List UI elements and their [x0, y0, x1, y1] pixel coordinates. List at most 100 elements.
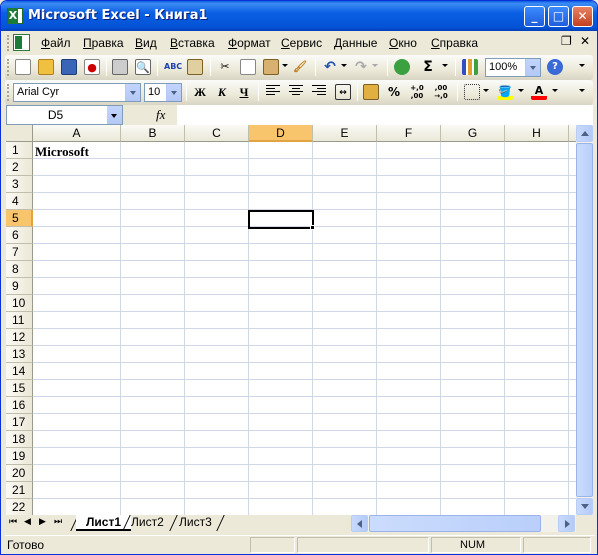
column-header-i[interactable]: [569, 125, 576, 142]
cut-icon[interactable]: ✂: [217, 59, 233, 75]
insert-function-icon[interactable]: fx: [156, 107, 165, 123]
row-header-11[interactable]: 11: [6, 312, 33, 329]
font-color-dropdown[interactable]: [552, 89, 558, 92]
paste-icon[interactable]: [263, 59, 279, 75]
percent-style-button[interactable]: %: [386, 84, 402, 100]
font-size-dropdown-icon[interactable]: [166, 84, 181, 101]
column-header-h[interactable]: H: [505, 125, 569, 142]
menu-file[interactable]: Файл: [41, 36, 71, 50]
underline-button[interactable]: Ч: [235, 84, 253, 101]
hyperlink-icon[interactable]: [394, 59, 410, 75]
title-bar[interactable]: Microsoft Excel - Книга1 _ □ ✕: [1, 1, 597, 31]
font-name-select[interactable]: Arial Cyr: [13, 83, 141, 102]
row-header-7[interactable]: 7: [6, 244, 33, 261]
menu-view[interactable]: Вид: [135, 36, 157, 50]
row-header-6[interactable]: 6: [6, 227, 33, 244]
worksheet-grid[interactable]: A B C D E F G H 1 2 3 4 5 6 7 8 9 10 11 12 13 14 15 16 1…: [6, 125, 576, 515]
autosum-dropdown[interactable]: [442, 64, 448, 67]
name-box-dropdown-icon[interactable]: [107, 106, 122, 124]
toolbar-grip[interactable]: [7, 59, 10, 76]
font-size-select[interactable]: 10: [144, 83, 182, 102]
select-all-button[interactable]: [6, 125, 33, 142]
maximize-button[interactable]: □: [548, 6, 569, 27]
row-header-12[interactable]: 12: [6, 329, 33, 346]
formula-input[interactable]: [177, 105, 593, 125]
row-header-3[interactable]: 3: [6, 176, 33, 193]
row-header-15[interactable]: 15: [6, 380, 33, 397]
permission-icon[interactable]: ●: [84, 59, 100, 75]
row-header-22[interactable]: 22: [6, 499, 33, 515]
next-sheet-icon[interactable]: ▶: [39, 517, 46, 527]
align-right-icon[interactable]: [312, 85, 326, 99]
menu-edit[interactable]: Правка: [83, 36, 124, 50]
toolbar-grip[interactable]: [7, 84, 10, 101]
font-name-dropdown-icon[interactable]: [125, 84, 140, 101]
vertical-scroll-thumb[interactable]: [576, 143, 593, 497]
merge-center-icon[interactable]: ↔: [335, 84, 351, 100]
currency-icon[interactable]: [363, 84, 379, 100]
tab-sheet2[interactable]: Лист2: [121, 515, 174, 531]
italic-button[interactable]: К: [213, 84, 231, 101]
align-center-icon[interactable]: [289, 85, 303, 99]
row-header-8[interactable]: 8: [6, 261, 33, 278]
open-icon[interactable]: [38, 59, 54, 75]
borders-icon[interactable]: [464, 84, 480, 100]
row-header-20[interactable]: 20: [6, 465, 33, 482]
column-header-a[interactable]: A: [33, 125, 121, 142]
row-header-14[interactable]: 14: [6, 363, 33, 380]
research-icon[interactable]: [187, 59, 203, 75]
bold-button[interactable]: Ж: [191, 84, 209, 101]
undo-icon[interactable]: ↶: [322, 59, 338, 75]
column-header-d[interactable]: D: [249, 125, 313, 142]
menu-insert[interactable]: Вставка: [170, 36, 215, 50]
active-cell-cursor[interactable]: [248, 210, 314, 229]
scroll-right-icon[interactable]: [558, 515, 575, 532]
vertical-scrollbar[interactable]: [576, 125, 593, 515]
column-header-c[interactable]: C: [185, 125, 249, 142]
column-header-b[interactable]: B: [121, 125, 185, 142]
horizontal-scrollbar[interactable]: [351, 515, 576, 532]
menu-format[interactable]: Формат: [228, 36, 271, 50]
tab-sheet3[interactable]: Лист3: [169, 515, 222, 531]
toolbar-options-dropdown[interactable]: [579, 89, 585, 92]
fill-handle[interactable]: [310, 225, 315, 230]
row-header-10[interactable]: 10: [6, 295, 33, 312]
workbook-icon[interactable]: [13, 34, 30, 51]
fill-color-dropdown[interactable]: [518, 89, 524, 92]
menu-grip[interactable]: [7, 35, 10, 51]
decrease-decimal-button[interactable]: ,00 →,0: [433, 84, 449, 100]
print-icon[interactable]: [112, 59, 128, 75]
row-header-1[interactable]: 1: [6, 142, 33, 159]
prev-sheet-icon[interactable]: ◀: [24, 517, 31, 527]
doc-close-icon[interactable]: ✕: [580, 34, 590, 48]
row-header-17[interactable]: 17: [6, 414, 33, 431]
column-header-f[interactable]: F: [377, 125, 441, 142]
menu-data[interactable]: Данные: [334, 36, 377, 50]
toolbar-options-dropdown[interactable]: [579, 64, 585, 67]
zoom-dropdown-icon[interactable]: [525, 59, 540, 76]
scroll-left-icon[interactable]: [351, 515, 368, 532]
undo-dropdown[interactable]: [341, 64, 347, 67]
row-header-21[interactable]: 21: [6, 482, 33, 499]
last-sheet-icon[interactable]: ⏭: [54, 517, 62, 527]
column-header-e[interactable]: E: [313, 125, 377, 142]
row-header-18[interactable]: 18: [6, 431, 33, 448]
row-header-16[interactable]: 16: [6, 397, 33, 414]
row-header-19[interactable]: 19: [6, 448, 33, 465]
scroll-down-icon[interactable]: [576, 498, 593, 515]
row-header-5[interactable]: 5: [6, 210, 33, 227]
autosum-icon[interactable]: Σ: [420, 59, 436, 75]
doc-restore-icon[interactable]: ❐: [561, 34, 572, 48]
menu-tools[interactable]: Сервис: [281, 36, 322, 50]
excel-icon[interactable]: [7, 8, 23, 24]
redo-icon[interactable]: ↷: [353, 59, 369, 75]
zoom-select[interactable]: 100%: [485, 58, 541, 77]
increase-decimal-button[interactable]: +,0 ,00: [409, 84, 425, 100]
name-box[interactable]: D5: [6, 105, 123, 125]
row-header-9[interactable]: 9: [6, 278, 33, 295]
format-painter-icon[interactable]: 🖌: [292, 59, 308, 75]
borders-dropdown[interactable]: [483, 89, 489, 92]
font-color-icon[interactable]: A: [531, 84, 547, 100]
fill-color-icon[interactable]: 🪣: [497, 84, 513, 100]
save-icon[interactable]: [61, 59, 77, 75]
